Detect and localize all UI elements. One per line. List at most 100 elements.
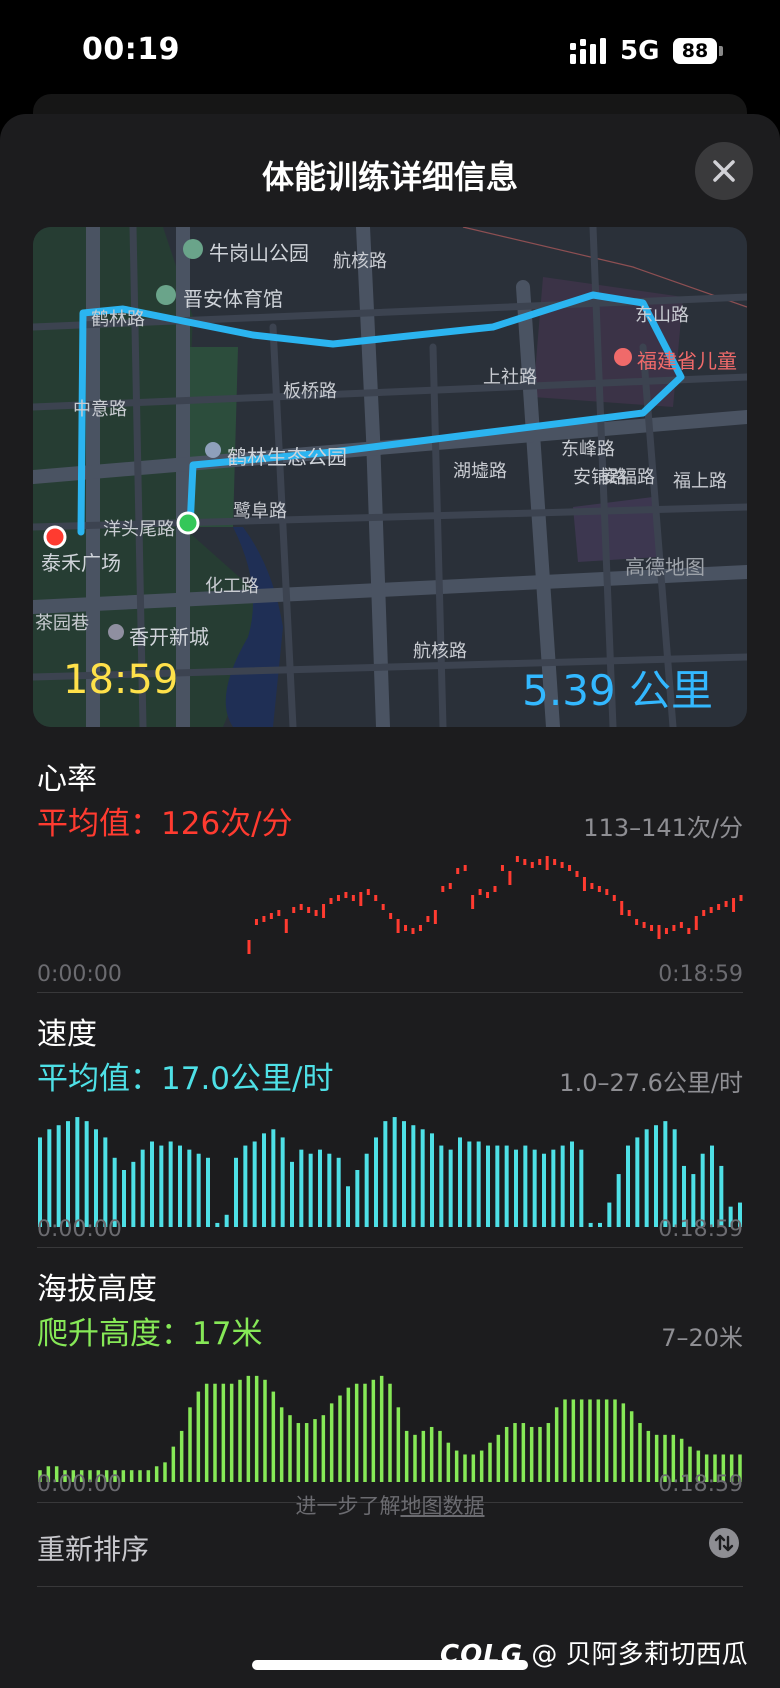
speed-bar bbox=[140, 1149, 145, 1227]
heart-rate-point bbox=[500, 865, 504, 871]
elevation-bar bbox=[163, 1462, 167, 1482]
speed-bar bbox=[159, 1145, 164, 1227]
route-map[interactable]: 牛岗山公园 晋安体育馆 鹤林路 航核路 东山路 福建省儿童 上社路 板桥路 安福… bbox=[33, 227, 747, 727]
speed-bar bbox=[243, 1145, 248, 1227]
elevation-bar bbox=[546, 1423, 551, 1482]
map-label: 湖墟路 bbox=[453, 461, 507, 482]
elevation-bar bbox=[188, 1407, 192, 1482]
heart-rate-point bbox=[620, 901, 624, 915]
divider bbox=[37, 1247, 743, 1248]
close-icon bbox=[713, 160, 735, 182]
heart-rate-point bbox=[568, 865, 572, 871]
map-label: 茶园巷 bbox=[35, 613, 89, 634]
heart-rate-point bbox=[486, 892, 490, 898]
heart-rate-point bbox=[679, 922, 683, 928]
heart-rate-point bbox=[672, 925, 676, 931]
elevation-bar bbox=[121, 1470, 126, 1482]
elevation-bar bbox=[563, 1399, 567, 1482]
heart-rate-point bbox=[389, 913, 393, 919]
speed-bar bbox=[514, 1149, 518, 1227]
heart-rate-chart bbox=[247, 856, 743, 954]
heart-rate-point bbox=[694, 916, 698, 930]
elevation-bar bbox=[321, 1415, 326, 1482]
heart-rate-point bbox=[687, 928, 691, 934]
speed-bar bbox=[588, 1222, 593, 1227]
elevation-bar bbox=[229, 1383, 234, 1482]
speed-bar bbox=[299, 1149, 304, 1227]
heart-rate-point bbox=[642, 922, 646, 928]
map-brand: 高德地图 bbox=[625, 555, 705, 579]
footer-prefix: 进一步了解 bbox=[295, 1494, 401, 1518]
heart-rate-point bbox=[657, 925, 661, 939]
elevation-bar bbox=[179, 1430, 184, 1482]
elevation-bar bbox=[413, 1434, 417, 1482]
close-button[interactable] bbox=[695, 142, 753, 200]
elevation-bar bbox=[504, 1426, 509, 1482]
speed-bar bbox=[196, 1153, 201, 1227]
speed-bar bbox=[579, 1149, 584, 1227]
map-label: 福建省儿童 bbox=[637, 349, 737, 373]
map-label: 洋头尾路 bbox=[103, 519, 175, 540]
elevation-bar bbox=[613, 1399, 617, 1482]
heart-rate-point bbox=[523, 859, 527, 865]
map-label: 安铺路 bbox=[573, 467, 627, 488]
speed-bar bbox=[542, 1153, 546, 1227]
heart-rate-point bbox=[284, 919, 288, 933]
reorder-row[interactable]: 重新排序 bbox=[37, 1522, 743, 1572]
elevation-bar bbox=[204, 1383, 209, 1482]
heart-rate-point bbox=[441, 886, 445, 892]
speed-bar bbox=[383, 1121, 388, 1227]
map-label: 鹭阜路 bbox=[233, 501, 287, 522]
speed-bar bbox=[439, 1145, 444, 1227]
elevation-bar bbox=[454, 1450, 459, 1482]
elevation-bar bbox=[146, 1470, 151, 1482]
elevation-bar bbox=[571, 1399, 576, 1482]
heart-rate-point bbox=[381, 904, 385, 910]
speed-bar bbox=[234, 1157, 238, 1227]
heart-rate-point bbox=[478, 889, 482, 895]
speed-bar bbox=[308, 1153, 313, 1227]
workout-detail-sheet: 体能训练详细信息 牛岗山公园 晋安体育馆 鹤林路 航核路 东山路 福建省儿童 上… bbox=[0, 114, 780, 1688]
elevation-bar bbox=[338, 1395, 342, 1482]
speed-bar bbox=[644, 1129, 649, 1227]
elevation-bar bbox=[579, 1399, 584, 1482]
elevation-bar bbox=[646, 1430, 651, 1482]
elevation-bar bbox=[271, 1391, 276, 1482]
speed-section[interactable]: 速度 平均值：17.0公里/时 1.0–27.6公里/时 0:00:00 0:1… bbox=[37, 1009, 743, 1259]
elevation-bar bbox=[238, 1379, 242, 1482]
heart-rate-point bbox=[605, 889, 609, 895]
heart-rate-point bbox=[724, 901, 728, 907]
reorder-icon[interactable] bbox=[708, 1527, 740, 1559]
speed-bar bbox=[103, 1137, 108, 1227]
section-title: 海拔高度 bbox=[37, 1272, 157, 1307]
map-label: 福上路 bbox=[673, 471, 727, 492]
heart-rate-point bbox=[739, 895, 743, 901]
speed-bar bbox=[336, 1157, 341, 1227]
map-data-link[interactable]: 地图数据 bbox=[401, 1494, 485, 1518]
heart-rate-point bbox=[433, 910, 437, 924]
speed-bar bbox=[56, 1125, 61, 1227]
chart-start-time: 0:00:00 bbox=[37, 962, 122, 987]
speed-bar bbox=[700, 1153, 705, 1227]
heart-rate-section[interactable]: 心率 平均值：126次/分 113–141次/分 0:00:00 0:18:59 bbox=[37, 754, 743, 1004]
chart-end-time: 0:18:59 bbox=[658, 1217, 743, 1242]
map-label: 鹤林路 bbox=[91, 309, 145, 330]
heart-rate-point bbox=[411, 928, 415, 934]
elevation-bar bbox=[346, 1387, 351, 1482]
heart-rate-point bbox=[545, 856, 549, 870]
elevation-bar bbox=[329, 1403, 334, 1482]
elevation-section[interactable]: 海拔高度 爬升高度：17米 7–20米 0:00:00 0:18:59 bbox=[37, 1264, 743, 1514]
heart-rate-point bbox=[269, 913, 273, 919]
map-label: 东峰路 bbox=[561, 439, 615, 460]
speed-bar bbox=[168, 1141, 173, 1227]
elevation-bar bbox=[171, 1446, 176, 1482]
map-label: 泰禾广场 bbox=[41, 551, 121, 575]
elevation-chart bbox=[38, 1375, 742, 1482]
heart-rate-point bbox=[590, 883, 594, 889]
reorder-label: 重新排序 bbox=[37, 1533, 150, 1566]
speed-bar bbox=[663, 1121, 668, 1227]
home-indicator[interactable] bbox=[252, 1660, 528, 1670]
heart-rate-point bbox=[664, 928, 668, 934]
elevation-bar bbox=[521, 1423, 526, 1482]
speed-bar bbox=[560, 1145, 565, 1227]
